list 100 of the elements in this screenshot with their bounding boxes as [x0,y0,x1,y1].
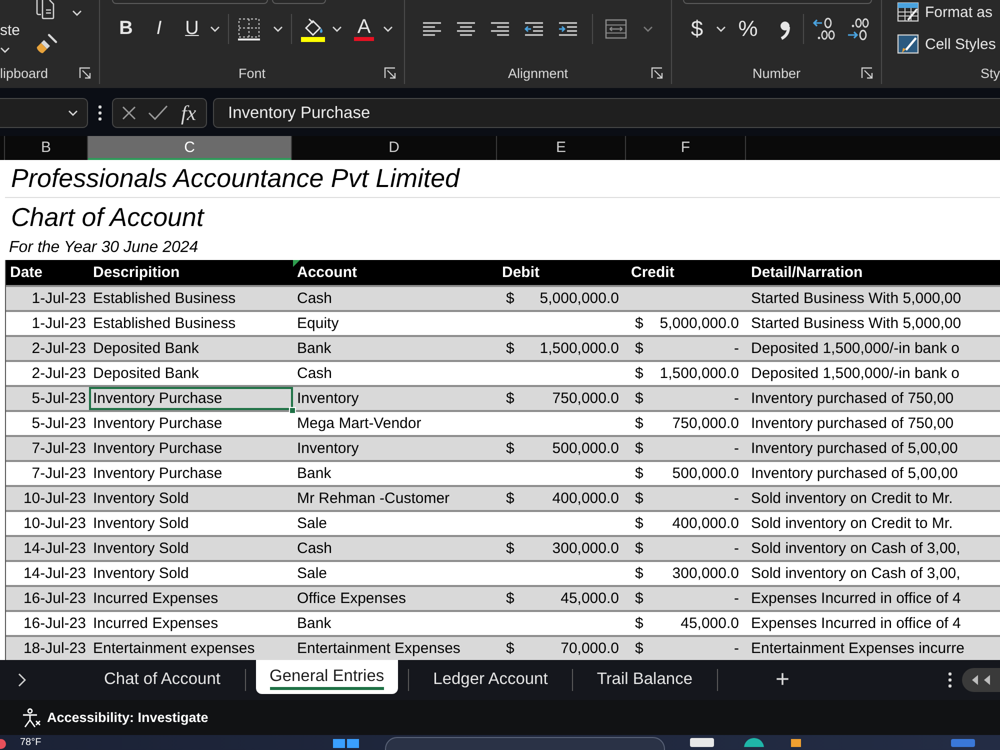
insert-function-button[interactable]: fx [181,101,196,125]
weather-temperature[interactable]: 78°F [20,737,42,748]
confirm-icon[interactable] [148,105,168,121]
borders-icon[interactable] [237,17,261,41]
dialog-launcher-icon[interactable] [384,67,396,79]
table-cell-text: Cash [296,289,334,309]
table-cell-text: Cash [296,364,334,384]
table-cell-text: Inventory [296,389,360,409]
decrease-decimal-icon[interactable] [845,17,869,41]
currency-symbol: $ [506,489,514,509]
table-cell-text: Mr Rehman -Customer [296,489,451,509]
font-name-field[interactable] [112,0,268,4]
chevron-right-icon[interactable] [18,673,26,687]
sheet-title: Professionals Accountance Pvt Limited [11,163,460,194]
currency-symbol: $ [635,564,644,584]
align-right-icon[interactable] [490,21,510,37]
table-cell-text: Cash [296,539,334,559]
amount-text: - [734,439,739,459]
amount-text: 1,500,000.0 [660,364,739,384]
table-cell-text: Inventory purchased of 5,00,00 [750,464,959,484]
increase-decimal-icon[interactable] [812,17,836,41]
dialog-launcher-icon[interactable] [79,67,91,79]
table-cell-text: 7-Jul-23 [30,439,87,459]
currency-symbol: $ [635,539,644,559]
italic-button[interactable]: I [148,16,170,42]
currency-symbol: $ [506,439,514,459]
cell-styles-icon [897,34,919,54]
paste-button[interactable]: ste [0,12,22,62]
table-cell-text: Entertainment Expenses [296,639,462,659]
sheet-tab[interactable]: General Entries [256,660,398,694]
amount-text: 500,000.0 [552,439,619,459]
currency-symbol: $ [635,614,644,634]
percent-button[interactable]: % [736,16,760,42]
currency-symbol: $ [635,589,644,609]
group-label: Number [752,66,800,80]
scroll-arrows-icon[interactable] [962,668,1000,692]
table-cell-text: Inventory purchased of 750,00 [750,389,955,409]
dialog-launcher-icon[interactable] [861,67,873,79]
currency-symbol: $ [635,364,644,384]
amount-text: - [734,389,739,409]
column-header[interactable]: C [88,136,292,160]
formula-field[interactable]: Inventory Purchase [213,98,1000,128]
font-size-field[interactable] [272,0,326,4]
number-format-field[interactable] [683,0,872,4]
group-label: lipboard [0,66,48,80]
decrease-indent-icon[interactable] [524,21,544,37]
font-color-button[interactable]: A [352,16,376,42]
fill-handle-icon[interactable] [289,407,296,414]
format-as-table-button[interactable]: Format as [897,2,1000,22]
sheet-tab[interactable]: Trail Balance [582,663,706,697]
align-center-icon[interactable] [456,21,476,37]
table-cell-text: Deposited Bank [92,339,200,359]
table-cell: Inventory Purchase [89,387,293,410]
cell-styles-button[interactable]: Cell Styles [897,34,1000,54]
weather-icon[interactable] [0,737,7,749]
table-cell-text: Incurred Expenses [92,589,220,609]
amount-text: 300,000.0 [552,539,619,559]
currency-symbol: $ [506,639,514,659]
table-cell-text: 14-Jul-23 [22,564,87,584]
table-cell-text: Deposited Bank [92,364,200,384]
increase-indent-icon[interactable] [558,21,578,37]
add-sheet-button[interactable]: + [772,666,794,694]
table-cell-text: Sold inventory on Cash of 3,00, [750,539,962,559]
accessibility-icon[interactable] [21,708,41,728]
app-icon[interactable] [690,735,714,747]
dialog-launcher-icon[interactable] [651,67,663,79]
table-cell-text: 10-Jul-23 [22,489,87,509]
bold-button[interactable]: B [115,16,137,42]
amount-text: 45,000.0 [560,589,619,609]
table-cell-text: Sold inventory on Credit to Mr. [750,489,954,509]
merge-cells-icon[interactable] [605,19,627,39]
table-cell-text: Incurred Expenses [92,614,220,634]
format-painter-icon[interactable] [34,33,58,55]
underline-button[interactable]: U [181,16,203,42]
table-cell-text: 16-Jul-23 [22,614,87,634]
table-cell-text: 7-Jul-23 [30,464,87,484]
more-icon[interactable] [948,672,952,688]
fill-color-icon[interactable] [300,16,326,42]
table-cell-text: Entertainment expenses [92,639,256,659]
accessibility-status[interactable]: Accessibility: Investigate [47,710,208,725]
align-left-icon[interactable] [422,21,442,37]
sheet-tab[interactable]: Ledger Account [419,663,562,697]
table-cell-text: Inventory Sold [92,564,190,584]
amount-text: - [734,639,739,659]
name-box-field[interactable] [0,98,88,128]
copy-icon[interactable] [34,0,56,20]
table-cell-text: Office Expenses [296,589,407,609]
table-cell-text: Inventory purchased of 5,00,00 [750,439,959,459]
cancel-icon[interactable] [122,106,136,120]
table-header-cell-text: Date [9,263,44,283]
more-icon[interactable] [98,105,102,121]
taskbar-search-field[interactable] [385,737,665,750]
app-icon[interactable] [742,735,766,747]
table-cell-text: Established Business [92,314,237,334]
table-header-cell-text: Account [296,263,358,283]
table-cell-text: Entertainment Expenses incurre [750,639,966,659]
currency-symbol: $ [506,339,514,359]
table-cell-text: Equity [296,314,340,334]
currency-button[interactable]: $ [688,16,706,42]
sheet-tab[interactable]: Chat of Account [90,663,234,697]
